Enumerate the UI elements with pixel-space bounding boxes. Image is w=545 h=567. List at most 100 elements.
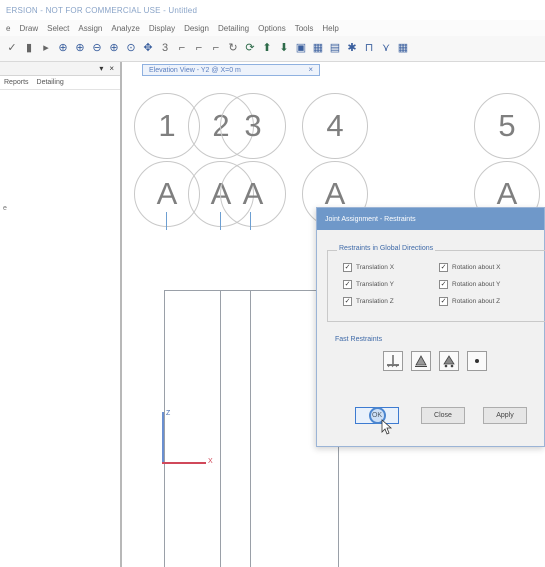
grid-bubble-3[interactable]: 3 bbox=[220, 93, 286, 159]
xz-view-icon[interactable]: ⌐ bbox=[193, 42, 205, 55]
checkbox-label: Rotation about X bbox=[452, 264, 501, 271]
model-explorer-panel: ▾ × Reports Detailing e bbox=[0, 62, 122, 567]
dialog-title: Joint Assignment - Restraints bbox=[325, 215, 416, 223]
menu-bar: e Draw Select Assign Analyze Display Des… bbox=[0, 20, 545, 36]
grid-tick-1 bbox=[166, 212, 167, 230]
menu-item-help[interactable]: Help bbox=[322, 24, 338, 33]
apply-label: Apply bbox=[496, 412, 514, 419]
restraints-group-label: Restraints in Global Directions bbox=[337, 245, 436, 252]
display-icon[interactable]: ▤ bbox=[329, 42, 341, 55]
grid-bubble-4[interactable]: 4 bbox=[302, 93, 368, 159]
z-axis-label: Z bbox=[166, 410, 171, 417]
pinned-support-button[interactable] bbox=[411, 351, 431, 371]
story-label-1: A bbox=[156, 176, 178, 211]
x-axis-label: X bbox=[208, 458, 213, 465]
brace-icon[interactable]: ▦ bbox=[397, 42, 409, 55]
grid-label-1: 1 bbox=[158, 108, 176, 143]
grid-label-4: 4 bbox=[326, 108, 344, 143]
checkbox-box[interactable]: ✓ bbox=[343, 297, 352, 306]
checkbox-box[interactable]: ✓ bbox=[439, 263, 448, 272]
xy-view-icon[interactable]: ⌐ bbox=[176, 42, 188, 55]
panel-tabs: Reports Detailing bbox=[0, 76, 120, 90]
joint-restraints-dialog: Joint Assignment - Restraints Restraints… bbox=[316, 207, 545, 447]
panel-header: ▾ × bbox=[0, 62, 120, 76]
checkbox-label: Rotation about Y bbox=[452, 281, 501, 288]
view-tab-label: Elevation View - Y2 @ X=0 m bbox=[149, 66, 241, 74]
menu-item-draw[interactable]: Draw bbox=[19, 24, 38, 33]
tab-detailing[interactable]: Detailing bbox=[37, 79, 64, 86]
pin-icon[interactable]: ▾ bbox=[99, 64, 103, 73]
menu-item-design[interactable]: Design bbox=[184, 24, 209, 33]
menu-item-assign[interactable]: Assign bbox=[78, 24, 102, 33]
apply-button[interactable]: Apply bbox=[483, 407, 527, 424]
lock-icon[interactable]: ▮ bbox=[23, 42, 35, 55]
pan-icon[interactable]: ✥ bbox=[142, 42, 154, 55]
fast-restraints-label: Fast Restraints bbox=[335, 336, 383, 343]
axis-indicator: Z X bbox=[162, 410, 222, 472]
zoom-fit-icon[interactable]: ⊙ bbox=[125, 42, 137, 55]
move-up-icon[interactable]: ⬆ bbox=[261, 42, 273, 55]
refresh-icon[interactable]: ⟳ bbox=[244, 42, 256, 55]
settings-icon[interactable]: ✱ bbox=[346, 42, 358, 55]
dialog-title-bar[interactable]: Joint Assignment - Restraints bbox=[317, 208, 544, 230]
menu-item-tools[interactable]: Tools bbox=[295, 24, 314, 33]
menu-item-edit[interactable]: e bbox=[6, 24, 10, 33]
beam-icon[interactable]: ⋎ bbox=[380, 42, 392, 55]
checkbox-label: Translation X bbox=[356, 264, 395, 271]
checkbox-box[interactable]: ✓ bbox=[343, 263, 352, 272]
grid-tick-3 bbox=[250, 212, 251, 230]
translation-y-checkbox[interactable]: ✓ Translation Y bbox=[343, 280, 394, 289]
checkbox-label: Rotation about Z bbox=[452, 298, 501, 305]
move-down-icon[interactable]: ⬇ bbox=[278, 42, 290, 55]
grid-icon[interactable]: ▦ bbox=[312, 42, 324, 55]
rotation-x-checkbox[interactable]: ✓ Rotation about X bbox=[439, 263, 500, 272]
rotation-y-checkbox[interactable]: ✓ Rotation about Y bbox=[439, 280, 500, 289]
grid-bubble-5[interactable]: 5 bbox=[474, 93, 540, 159]
object-shrink-icon[interactable]: ▣ bbox=[295, 42, 307, 55]
3d-view-icon[interactable]: 3 bbox=[159, 42, 171, 55]
close-icon[interactable]: × bbox=[109, 64, 114, 73]
toolbar: ✓ ▮ ▸ ⊕ ⊕ ⊖ ⊕ ⊙ ✥ 3 ⌐ ⌐ ⌐ ↻ ⟳ ⬆ ⬇ ▣ ▦ ▤ … bbox=[0, 36, 545, 62]
fixed-support-icon bbox=[387, 355, 399, 368]
translation-x-checkbox[interactable]: ✓ Translation X bbox=[343, 263, 394, 272]
close-icon[interactable]: × bbox=[308, 65, 313, 74]
rotation-z-checkbox[interactable]: ✓ Rotation about Z bbox=[439, 297, 500, 306]
window-title: ERSION - NOT FOR COMMERCIAL USE - Untitl… bbox=[6, 6, 198, 15]
tab-elevation-view[interactable]: Elevation View - Y2 @ X=0 m × bbox=[142, 64, 320, 76]
checkbox-label: Translation Z bbox=[356, 298, 394, 305]
menu-item-select[interactable]: Select bbox=[47, 24, 69, 33]
zoom-window-icon[interactable]: ⊕ bbox=[74, 42, 86, 55]
menu-item-display[interactable]: Display bbox=[149, 24, 175, 33]
title-bar: ERSION - NOT FOR COMMERCIAL USE - Untitl… bbox=[0, 0, 545, 20]
tab-reports[interactable]: Reports bbox=[4, 79, 29, 86]
checkbox-box[interactable]: ✓ bbox=[439, 280, 448, 289]
menu-item-options[interactable]: Options bbox=[258, 24, 286, 33]
close-label: Close bbox=[434, 412, 452, 419]
checkbox-label: Translation Y bbox=[356, 281, 394, 288]
close-button[interactable]: Close bbox=[421, 407, 465, 424]
roller-support-button[interactable] bbox=[439, 351, 459, 371]
translation-z-checkbox[interactable]: ✓ Translation Z bbox=[343, 297, 394, 306]
yz-view-icon[interactable]: ⌐ bbox=[210, 42, 222, 55]
mouse-pointer-icon bbox=[381, 419, 393, 435]
zoom-in-icon[interactable]: ⊕ bbox=[57, 42, 69, 55]
checkbox-box[interactable]: ✓ bbox=[439, 297, 448, 306]
pinned-support-icon bbox=[415, 355, 427, 367]
checkbox-box[interactable]: ✓ bbox=[343, 280, 352, 289]
rotate-icon[interactable]: ↻ bbox=[227, 42, 239, 55]
fixed-support-button[interactable] bbox=[383, 351, 403, 371]
menu-item-analyze[interactable]: Analyze bbox=[111, 24, 139, 33]
grid-tick-2 bbox=[220, 212, 221, 230]
story-label-3: A bbox=[242, 176, 264, 211]
grid-label-5: 5 bbox=[498, 108, 516, 143]
free-joint-button[interactable] bbox=[467, 351, 487, 371]
play-icon[interactable]: ▸ bbox=[40, 42, 52, 55]
zoom-previous-icon[interactable]: ⊕ bbox=[108, 42, 120, 55]
zoom-out-icon[interactable]: ⊖ bbox=[91, 42, 103, 55]
menu-item-detailing[interactable]: Detailing bbox=[218, 24, 249, 33]
frame-icon[interactable]: ⊓ bbox=[363, 42, 375, 55]
roller-support-icon bbox=[443, 355, 455, 368]
grid-label-3: 3 bbox=[244, 108, 262, 143]
save-icon[interactable]: ✓ bbox=[6, 42, 18, 55]
story-bubble-3[interactable]: A bbox=[220, 161, 286, 227]
